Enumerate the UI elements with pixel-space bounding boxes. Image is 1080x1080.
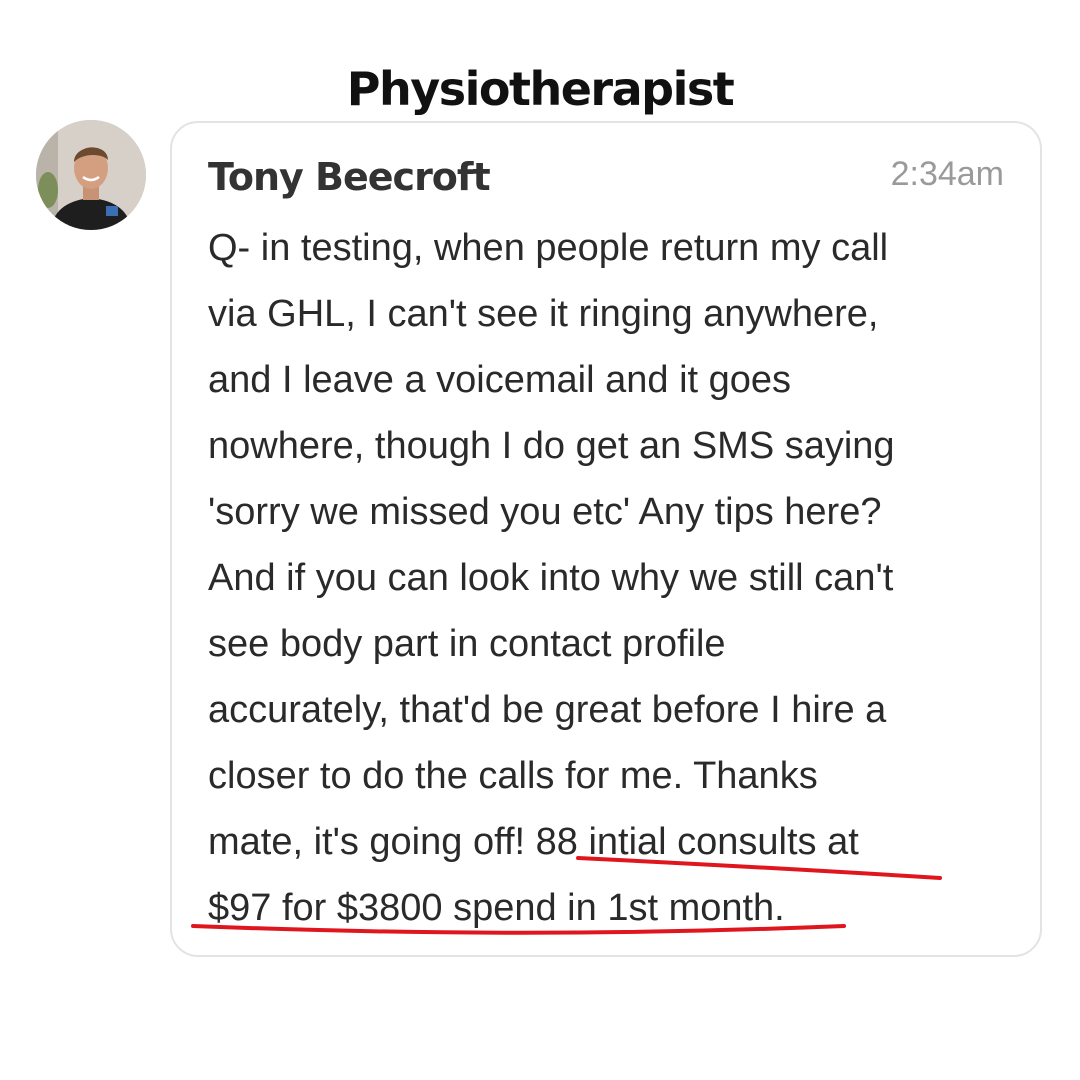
message-line: accurately, that'd be great before I hir… bbox=[208, 689, 887, 731]
message-card: Tony Beecroft 2:34am Q- in testing, when… bbox=[170, 121, 1042, 957]
message-line: Q- in testing, when people return my cal… bbox=[208, 227, 889, 269]
message-line: and I leave a voicemail and it goes bbox=[208, 359, 792, 401]
author-name[interactable]: Tony Beecroft bbox=[208, 155, 491, 199]
message-line: mate, it's going off! 88 intial consults… bbox=[208, 821, 859, 863]
message-line: nowhere, though I do get an SMS saying bbox=[208, 425, 895, 467]
message-line: closer to do the calls for me. Thanks bbox=[208, 755, 818, 797]
message-body: Q- in testing, when people return my cal… bbox=[208, 215, 1028, 941]
page-title: Physiotherapist bbox=[346, 62, 735, 116]
profile-photo-icon bbox=[36, 120, 146, 230]
message-line: And if you can look into why we still ca… bbox=[208, 557, 894, 599]
message-time: 2:34am bbox=[890, 155, 1004, 193]
message-line: 'sorry we missed you etc' Any tips here? bbox=[208, 491, 882, 533]
message-line: via GHL, I can't see it ringing anywhere… bbox=[208, 293, 879, 335]
message-line: $97 for $3800 spend in 1st month. bbox=[208, 887, 785, 929]
avatar[interactable] bbox=[36, 120, 146, 230]
message-line: see body part in contact profile bbox=[208, 623, 726, 665]
